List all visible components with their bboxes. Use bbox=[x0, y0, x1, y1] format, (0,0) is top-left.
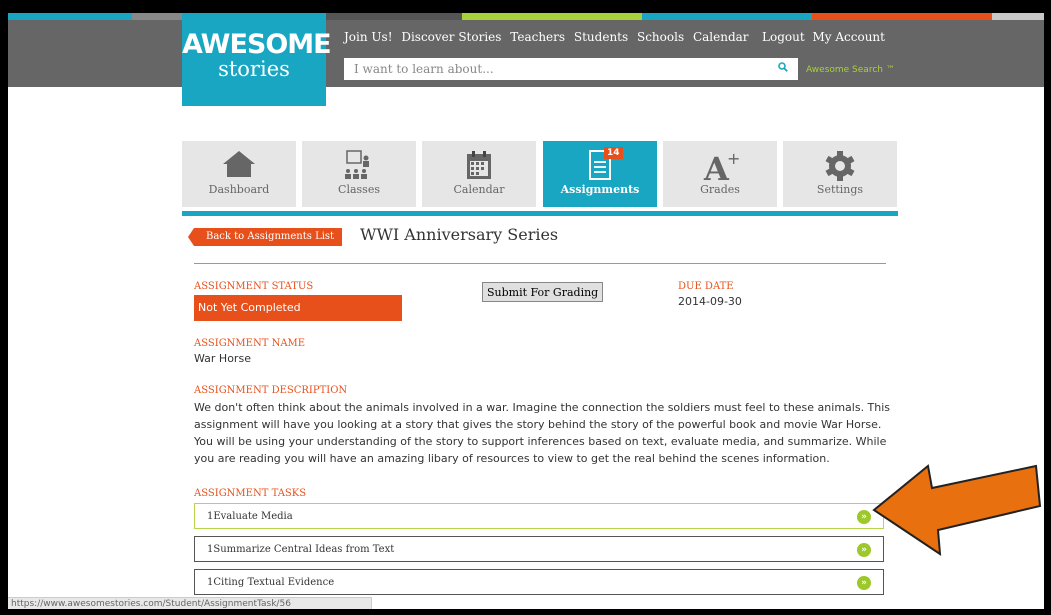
task-row[interactable]: 1Citing Textual Evidence » bbox=[194, 569, 884, 595]
tab-label: Settings bbox=[816, 183, 864, 196]
logo-line1: AWESOME bbox=[182, 29, 332, 60]
tab-underline bbox=[182, 211, 898, 216]
tab-label: Grades bbox=[700, 183, 740, 196]
assignment-name-value: War Horse bbox=[194, 352, 251, 365]
tab-dashboard[interactable]: Dashboard bbox=[182, 141, 296, 207]
description-text: We don't often think about the animals i… bbox=[194, 401, 891, 465]
submit-for-grading-button[interactable]: Submit For Grading bbox=[482, 282, 604, 302]
status-label: ASSIGNMENT STATUS bbox=[194, 281, 314, 292]
tab-classes[interactable]: Classes bbox=[302, 141, 416, 207]
logo-line2: stories bbox=[218, 57, 290, 81]
calendar-icon bbox=[467, 151, 491, 179]
description-label: ASSIGNMENT DESCRIPTION bbox=[194, 385, 348, 396]
tab-label: Dashboard bbox=[208, 183, 270, 196]
nav-join[interactable]: Join Us! bbox=[344, 30, 393, 44]
account-nav: Logout My Account bbox=[762, 30, 889, 44]
due-date-value: 2014-09-30 bbox=[678, 295, 742, 308]
main-tabs: Dashboard Classes Calendar 14 Assignment… bbox=[182, 141, 898, 207]
grade-a-plus-icon: A + bbox=[703, 150, 740, 182]
svg-text:A: A bbox=[703, 150, 730, 182]
tab-grades[interactable]: A + Grades bbox=[663, 141, 777, 207]
annotation-arrow-icon bbox=[872, 464, 1042, 556]
nav-students[interactable]: Students bbox=[574, 30, 628, 44]
home-icon bbox=[223, 151, 255, 177]
color-strip bbox=[8, 13, 1044, 20]
svg-text:+: + bbox=[727, 150, 740, 168]
divider bbox=[194, 263, 886, 264]
task-row[interactable]: 1Summarize Central Ideas from Text » bbox=[194, 536, 884, 562]
tasks-label: ASSIGNMENT TASKS bbox=[194, 488, 307, 499]
back-to-assignments-button[interactable]: Back to Assignments List bbox=[187, 228, 343, 246]
search-icon[interactable] bbox=[778, 62, 788, 72]
top-nav: Join Us! Discover Stories Teachers Stude… bbox=[344, 30, 754, 44]
search-input[interactable] bbox=[344, 58, 798, 80]
nav-teachers[interactable]: Teachers bbox=[510, 30, 565, 44]
task-label: 1Evaluate Media bbox=[207, 511, 293, 522]
go-arrow-icon[interactable]: » bbox=[857, 576, 871, 590]
logout-link[interactable]: Logout bbox=[762, 30, 805, 44]
tab-label: Classes bbox=[338, 183, 380, 196]
nav-calendar[interactable]: Calendar bbox=[693, 30, 749, 44]
site-header: Join Us! Discover Stories Teachers Stude… bbox=[8, 20, 1044, 87]
page-title: WWI Anniversary Series bbox=[360, 225, 559, 244]
status-badge: Not Yet Completed bbox=[194, 295, 402, 321]
nav-discover-stories[interactable]: Discover Stories bbox=[401, 30, 501, 44]
nav-schools[interactable]: Schools bbox=[637, 30, 684, 44]
due-date-label: DUE DATE bbox=[678, 281, 734, 292]
tab-assignments[interactable]: 14 Assignments bbox=[543, 141, 657, 207]
awesome-search-link[interactable]: Awesome Search ™ bbox=[806, 65, 895, 75]
tab-label: Calendar bbox=[453, 183, 505, 196]
assignments-count-badge: 14 bbox=[604, 147, 623, 159]
tab-calendar[interactable]: Calendar bbox=[422, 141, 536, 207]
site-logo[interactable]: AWESOME stories bbox=[182, 13, 332, 106]
assignment-name-label: ASSIGNMENT NAME bbox=[194, 338, 306, 349]
tab-settings[interactable]: Settings bbox=[783, 141, 897, 207]
task-label: 1Summarize Central Ideas from Text bbox=[207, 544, 395, 555]
my-account-link[interactable]: My Account bbox=[812, 30, 885, 44]
task-label: 1Citing Textual Evidence bbox=[207, 577, 335, 588]
gear-icon bbox=[825, 151, 855, 181]
classroom-icon bbox=[345, 150, 369, 179]
task-row[interactable]: 1Evaluate Media » bbox=[194, 503, 884, 529]
tab-label: Assignments bbox=[560, 183, 640, 196]
browser-status-bar: https://www.awesomestories.com/Student/A… bbox=[8, 597, 372, 609]
